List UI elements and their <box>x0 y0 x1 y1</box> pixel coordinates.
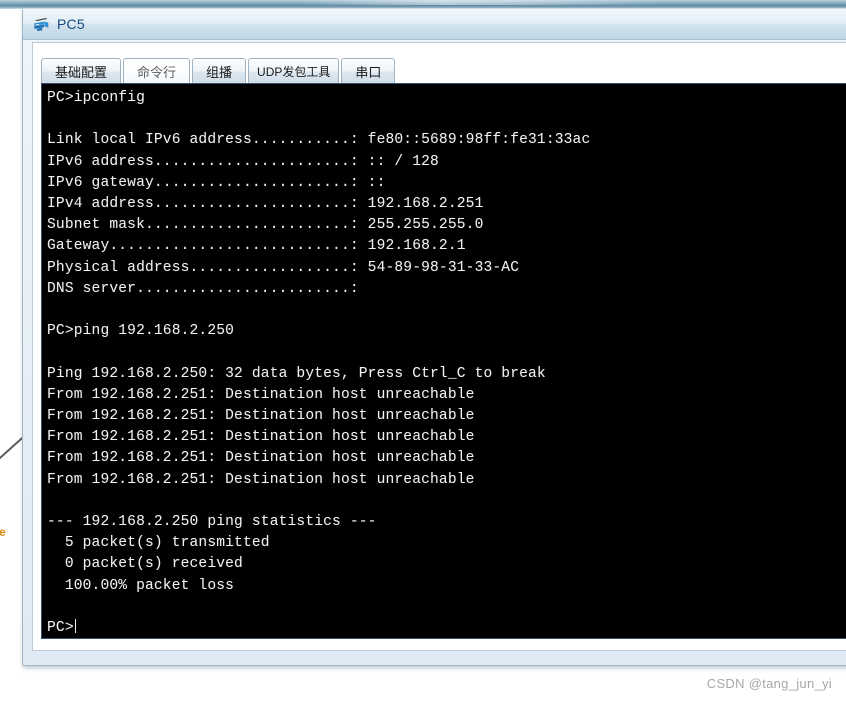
terminal-output: PC>ipconfig Link local IPv6 address.....… <box>47 90 591 637</box>
window-title: PC5 <box>57 16 85 32</box>
tab-command-line[interactable]: 命令行 <box>123 58 191 84</box>
window-content-panel: 基础配置 命令行 组播 UDP发包工具 串口 PC>ipconfig Link … <box>32 42 846 651</box>
watermark-label: CSDN @tang_jun_yi <box>706 676 832 691</box>
tab-serial-port[interactable]: 串口 <box>341 58 396 84</box>
tab-bar: 基础配置 命令行 组播 UDP发包工具 串口 <box>41 57 397 84</box>
window-titlebar[interactable]: PC5 <box>23 9 846 40</box>
tab-multicast-label: 组播 <box>206 65 233 80</box>
tab-basic-config[interactable]: 基础配置 <box>41 58 122 84</box>
tab-basic-config-label: 基础配置 <box>55 65 108 80</box>
pc-terminal-window: PC5 基础配置 命令行 组播 UDP发包工具 串口 PC>ipconfig L… <box>22 8 846 666</box>
tab-command-line-label: 命令行 <box>137 65 177 80</box>
terminal-console[interactable]: PC>ipconfig Link local IPv6 address.....… <box>41 83 846 639</box>
top-strip-gloss <box>300 0 660 5</box>
topology-link-label: ne <box>0 525 6 539</box>
tab-udp-sender[interactable]: UDP发包工具 <box>248 58 340 84</box>
terminal-cursor <box>74 619 76 634</box>
pc-host-icon <box>32 15 51 34</box>
tab-serial-port-label: 串口 <box>355 65 382 80</box>
tab-udp-sender-label: UDP发包工具 <box>257 65 331 79</box>
tab-multicast[interactable]: 组播 <box>192 58 247 84</box>
